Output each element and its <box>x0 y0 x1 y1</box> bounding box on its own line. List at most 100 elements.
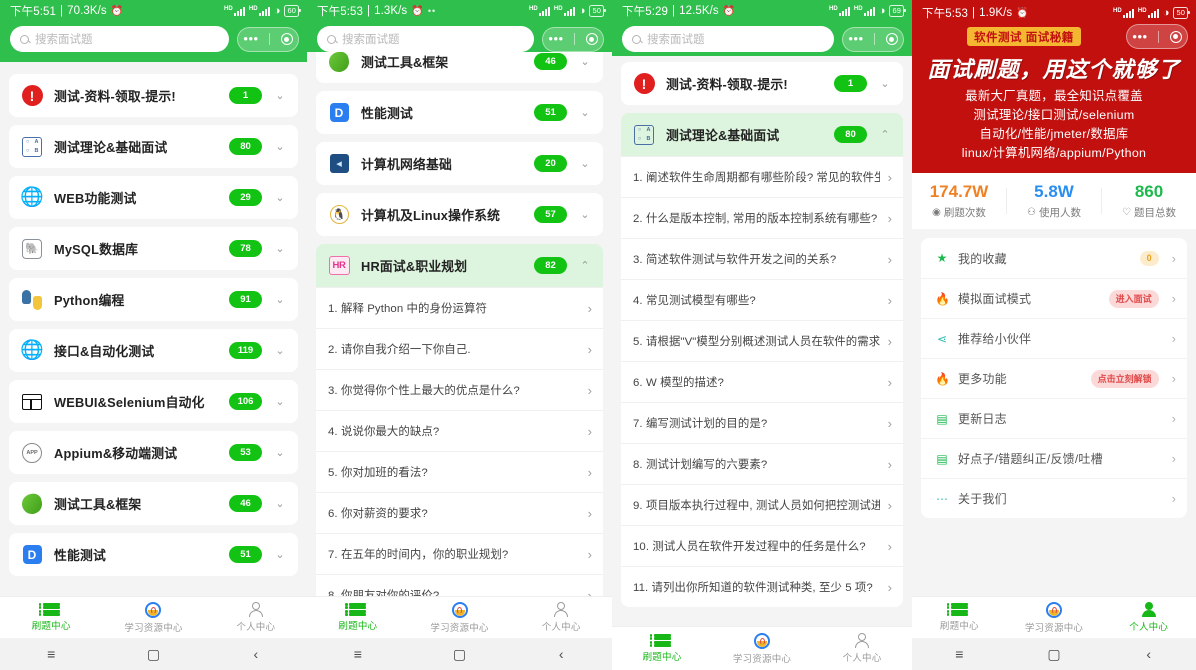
menu-row[interactable]: ▤ 好点子/错题纠正/反馈/吐槽 › <box>921 438 1187 478</box>
tab-2[interactable]: 学习资源中心 <box>102 601 204 634</box>
chevron-down-icon[interactable]: ⌄ <box>578 208 592 221</box>
category-row[interactable]: HR HR面试&职业规划 82 ⌃ <box>316 244 603 287</box>
question-row[interactable]: 5. 请根据"V"模型分别概述测试人员在软件的需求 › <box>621 320 903 361</box>
category-row[interactable]: 🐧 计算机及Linux操作系统 57 ⌄ <box>316 193 603 236</box>
category-row[interactable]: ! 测试-资料-领取-提示! 1 ⌄ <box>621 62 903 105</box>
sysnav-menu-button[interactable]: ≡ <box>912 647 1007 661</box>
bottom-tabbar-2[interactable]: 刷题中心 学习资源中心 个人中心 <box>307 596 612 638</box>
more-icon[interactable]: ••• <box>548 32 563 45</box>
more-icon[interactable]: ••• <box>243 32 258 45</box>
system-navbar-1[interactable]: ≡ ▢ ‹ <box>0 638 307 670</box>
chevron-right-icon[interactable]: › <box>888 211 892 226</box>
chevron-down-icon[interactable]: ⌄ <box>273 344 287 357</box>
sysnav-menu-button[interactable]: ≡ <box>0 647 102 661</box>
chevron-down-icon[interactable]: ⌄ <box>878 77 892 90</box>
search-input[interactable]: 搜索面试题 <box>10 26 229 52</box>
question-row[interactable]: 2. 请你自我介绍一下你自己. › <box>316 328 603 369</box>
question-row[interactable]: 1. 阐述软件生命周期都有哪些阶段? 常见的软件生 › <box>621 156 903 197</box>
chevron-right-icon[interactable]: › <box>588 342 592 357</box>
chevron-up-icon[interactable]: ⌃ <box>578 259 592 272</box>
chevron-down-icon[interactable]: ⌄ <box>273 140 287 153</box>
close-target-icon[interactable] <box>885 33 898 45</box>
chevron-right-icon[interactable]: › <box>1172 291 1176 306</box>
tab-2[interactable]: 学习资源中心 <box>1007 601 1102 634</box>
chevron-right-icon[interactable]: › <box>588 506 592 521</box>
category-row[interactable]: ○ A ○ B 测试理论&基础面试 80 ⌄ <box>9 125 298 168</box>
chevron-right-icon[interactable]: › <box>588 301 592 316</box>
more-icon[interactable]: ••• <box>848 32 863 45</box>
chevron-right-icon[interactable]: › <box>588 588 592 597</box>
sysnav-back-button[interactable]: ‹ <box>205 647 307 661</box>
category-list-3[interactable]: ! 测试-资料-领取-提示! 1 ⌄ ○ A ○ B 测试理论&基础面试 80 ⌃ 1. 阐述软件生命… <box>612 56 912 626</box>
category-row[interactable]: Python编程 91 ⌄ <box>9 278 298 321</box>
category-list-2[interactable]: 测试工具&框架 46 ⌄ D 性能测试 51 ⌄ ◂ 计算机网络基础 20 ⌄ 🐧 计算机及Linux操… <box>307 52 612 596</box>
category-row[interactable]: ◂ 计算机网络基础 20 ⌄ <box>316 142 603 185</box>
chevron-right-icon[interactable]: › <box>888 539 892 554</box>
question-row[interactable]: 8. 你朋友对你的评价? › <box>316 574 603 596</box>
category-row[interactable]: ! 测试-资料-领取-提示! 1 ⌄ <box>9 74 298 117</box>
menu-row[interactable]: ⋖ 推荐给小伙伴 › <box>921 318 1187 358</box>
menu-row[interactable]: 🔥 模拟面试模式 进入面试 › <box>921 278 1187 318</box>
category-row[interactable]: D 性能测试 51 ⌄ <box>9 533 298 576</box>
question-list[interactable]: 1. 解释 Python 中的身份运算符 › 2. 请你自我介绍一下你自己. › 3. … <box>316 287 603 596</box>
bottom-tabbar-1[interactable]: 刷题中心 学习资源中心 个人中心 <box>0 596 307 638</box>
sysnav-home-button[interactable]: ▢ <box>102 647 204 661</box>
sysnav-home-button[interactable]: ▢ <box>409 647 511 661</box>
system-navbar-2[interactable]: ≡ ▢ ‹ <box>307 638 612 670</box>
close-target-icon[interactable] <box>585 33 598 45</box>
category-row[interactable]: 🌐 WEB功能测试 29 ⌄ <box>9 176 298 219</box>
tab-3[interactable]: 个人中心 <box>812 633 912 664</box>
chevron-down-icon[interactable]: ⌄ <box>273 89 287 102</box>
wechat-capsule-1[interactable]: ••• <box>237 26 299 52</box>
chevron-down-icon[interactable]: ⌄ <box>273 242 287 255</box>
chevron-down-icon[interactable]: ⌄ <box>273 293 287 306</box>
chevron-up-icon[interactable]: ⌃ <box>878 128 892 141</box>
wechat-capsule-3[interactable]: ••• <box>842 26 904 52</box>
wechat-capsule-2[interactable]: ••• <box>542 26 604 52</box>
chevron-right-icon[interactable]: › <box>588 547 592 562</box>
chevron-right-icon[interactable]: › <box>888 170 892 185</box>
chevron-right-icon[interactable]: › <box>888 498 892 513</box>
chevron-right-icon[interactable]: › <box>1172 251 1176 266</box>
category-row[interactable]: D 性能测试 51 ⌄ <box>316 91 603 134</box>
category-row[interactable]: ○ A ○ B 测试理论&基础面试 80 ⌃ <box>621 113 903 156</box>
search-input[interactable]: 搜索面试题 <box>317 26 534 52</box>
chevron-right-icon[interactable]: › <box>1172 411 1176 426</box>
tab-1[interactable]: 刷题中心 <box>307 603 409 632</box>
chevron-down-icon[interactable]: ⌄ <box>273 395 287 408</box>
question-row[interactable]: 8. 测试计划编写的六要素? › <box>621 443 903 484</box>
question-row[interactable]: 4. 常见测试模型有哪些? › <box>621 279 903 320</box>
chevron-down-icon[interactable]: ⌄ <box>273 191 287 204</box>
menu-row[interactable]: ▤ 更新日志 › <box>921 398 1187 438</box>
category-row[interactable]: 测试工具&框架 46 ⌄ <box>316 52 603 83</box>
close-target-icon[interactable] <box>1169 30 1182 43</box>
chevron-right-icon[interactable]: › <box>588 465 592 480</box>
chevron-right-icon[interactable]: › <box>888 580 892 595</box>
chevron-right-icon[interactable]: › <box>588 424 592 439</box>
chevron-down-icon[interactable]: ⌄ <box>273 446 287 459</box>
chevron-right-icon[interactable]: › <box>1172 331 1176 346</box>
tab-2[interactable]: 学习资源中心 <box>712 632 812 665</box>
category-row[interactable]: 测试工具&框架 46 ⌄ <box>9 482 298 525</box>
chevron-right-icon[interactable]: › <box>888 334 892 349</box>
question-row[interactable]: 3. 简述软件测试与软件开发之间的关系? › <box>621 238 903 279</box>
tab-1[interactable]: 刷题中心 <box>612 634 712 663</box>
chevron-down-icon[interactable]: ⌄ <box>273 497 287 510</box>
tab-3[interactable]: 个人中心 <box>1101 602 1196 633</box>
tab-1[interactable]: 刷题中心 <box>0 603 102 632</box>
chevron-right-icon[interactable]: › <box>888 457 892 472</box>
tab-3[interactable]: 个人中心 <box>205 602 307 633</box>
question-list[interactable]: 1. 阐述软件生命周期都有哪些阶段? 常见的软件生 › 2. 什么是版本控制, 常用… <box>621 156 903 607</box>
chevron-right-icon[interactable]: › <box>888 416 892 431</box>
more-icon[interactable]: ••• <box>1132 30 1147 43</box>
sysnav-home-button[interactable]: ▢ <box>1007 647 1102 661</box>
menu-row[interactable]: ★ 我的收藏 0 › <box>921 238 1187 278</box>
chevron-down-icon[interactable]: ⌄ <box>273 548 287 561</box>
question-row[interactable]: 7. 在五年的时间内，你的职业规划? › <box>316 533 603 574</box>
sysnav-back-button[interactable]: ‹ <box>510 647 612 661</box>
chevron-down-icon[interactable]: ⌄ <box>578 55 592 68</box>
sysnav-back-button[interactable]: ‹ <box>1101 647 1196 661</box>
chevron-right-icon[interactable]: › <box>1172 451 1176 466</box>
question-row[interactable]: 1. 解释 Python 中的身份运算符 › <box>316 287 603 328</box>
tab-1[interactable]: 刷题中心 <box>912 603 1007 632</box>
